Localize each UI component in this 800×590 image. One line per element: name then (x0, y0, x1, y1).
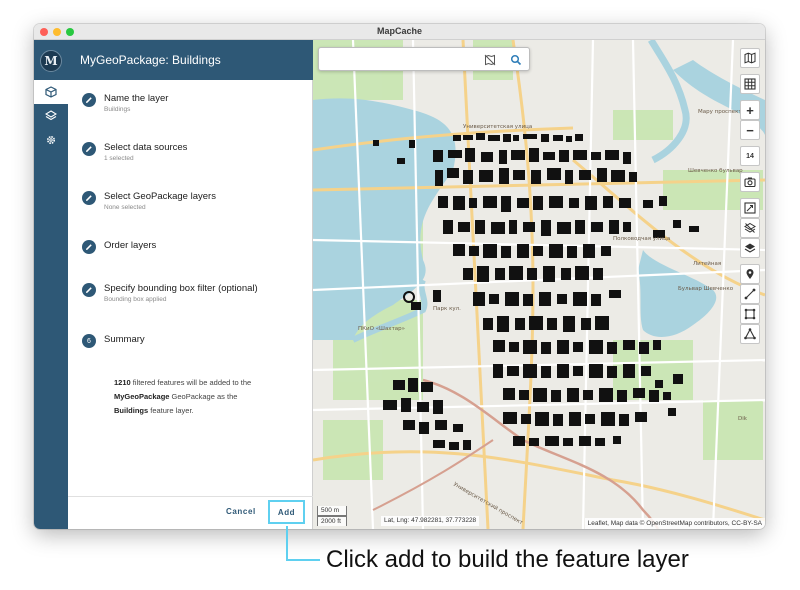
panel-title: MyGeoPackage: Buildings (68, 40, 313, 80)
screenshot-button[interactable] (740, 172, 760, 192)
step-subtitle: Bounding box applied (104, 296, 167, 303)
map-view[interactable]: Университетская улица Мару проспект Шевч… (313, 40, 765, 529)
draw-rectangle-button[interactable] (740, 304, 760, 324)
map-icon (744, 52, 756, 64)
map-label-dik: Dik (738, 416, 748, 422)
map-label-bulvar: Бульвар Шевченко (678, 286, 734, 292)
map-label-park-kul: Парк кул. (433, 306, 461, 312)
step-title: Specify bounding box filter (optional) (104, 283, 258, 294)
scale-bar-metric: 500 m (317, 506, 347, 516)
step-title: Name the layer (104, 93, 169, 104)
cursor-coordinates: Lat, Lng: 47.982281, 37.773228 (381, 516, 480, 526)
feature-count: 1210 (114, 378, 131, 387)
rail-item-layers[interactable] (34, 104, 68, 128)
step-title: Select data sources (104, 142, 188, 153)
draw-point-button[interactable] (740, 264, 760, 284)
map-search-bar (318, 47, 530, 71)
grid-button[interactable] (740, 74, 760, 94)
map-label-maru: Мару проспект (698, 109, 742, 115)
add-button[interactable]: Add (268, 500, 305, 524)
app-logo: M (40, 50, 62, 72)
layers-icon (744, 243, 756, 253)
edit-pencil-icon (82, 191, 96, 205)
step-title: Order layers (104, 240, 157, 251)
geopackage-name: MyGeoPackage (114, 392, 170, 401)
basemap-button[interactable] (740, 48, 760, 68)
map-label-polkovod: Полководчая улица (613, 236, 670, 242)
map-attribution: Leaflet, Map data © OpenStreetMap contri… (584, 518, 765, 529)
layer-order-button[interactable] (740, 238, 760, 258)
callout-line-horizontal (286, 559, 320, 561)
map-search-input[interactable] (323, 51, 473, 67)
layers-icon (45, 110, 57, 121)
tutorial-caption: Click add to build the feature layer (326, 546, 689, 573)
camera-icon (744, 177, 756, 188)
app-window: MapCache M MyGeoPackage: Buildings Name … (34, 24, 765, 529)
rail-item-geopackage[interactable] (34, 80, 68, 104)
search-icon (510, 54, 522, 66)
map-marker-icon (746, 269, 754, 279)
layers-off-icon (744, 222, 756, 233)
rectangle-icon (744, 308, 756, 320)
window-title: MapCache (376, 26, 422, 36)
callout-line-vertical (286, 526, 288, 560)
edit-pencil-icon (82, 142, 96, 156)
map-off-icon (484, 54, 496, 66)
layer-name: Buildings (114, 406, 149, 415)
grid-icon (744, 78, 756, 90)
step-subtitle: None selected (104, 204, 146, 211)
fit-extent-button[interactable] (740, 198, 760, 218)
summary-text: 1210 filtered features will be added to … (114, 378, 252, 415)
nav-rail: M (34, 40, 68, 529)
map-label-shevchenko: Шевченко бульвар (688, 168, 743, 174)
cube-icon (45, 86, 57, 98)
step-subtitle: 1 selected (104, 155, 134, 162)
polyline-icon (744, 288, 756, 300)
cancel-button[interactable]: Cancel (226, 507, 256, 516)
zoom-out-button[interactable]: − (740, 120, 760, 140)
title-bar: MapCache (34, 24, 765, 40)
step-title: Summary (104, 334, 145, 345)
zoom-in-button[interactable]: + (740, 100, 760, 120)
step-subtitle: Buildings (104, 106, 131, 113)
draw-polygon-button[interactable] (740, 324, 760, 344)
hide-layers-button[interactable] (740, 218, 760, 238)
zoom-extent-icon (744, 202, 756, 214)
edit-pencil-icon (82, 283, 96, 297)
step-title: Select GeoPackage layers (104, 191, 216, 202)
no-geometry-button[interactable] (482, 52, 498, 68)
map-tiles: Университетская улица Мару проспект Шевч… (313, 40, 765, 529)
edit-pencil-icon (82, 93, 96, 107)
panel-footer: Cancel Add (68, 496, 313, 529)
search-button[interactable] (508, 52, 524, 68)
step-number: 6 (82, 334, 96, 348)
wizard-panel: MyGeoPackage: Buildings Name the layer B… (68, 40, 313, 529)
map-label-university: Университетская улица (463, 124, 532, 130)
map-label-park-shakhtar: ПКиО «Шахтар» (358, 326, 405, 332)
zoom-level-indicator: 14 (740, 146, 760, 166)
rail-item-settings[interactable] (34, 128, 68, 152)
map-label-liteinaya: Литейная (693, 260, 721, 267)
edit-pencil-icon (82, 240, 96, 254)
draw-line-button[interactable] (740, 284, 760, 304)
settings-gear-icon (46, 135, 56, 145)
polygon-icon (744, 328, 756, 340)
scale-bar-imperial: 2000 ft (317, 516, 347, 526)
